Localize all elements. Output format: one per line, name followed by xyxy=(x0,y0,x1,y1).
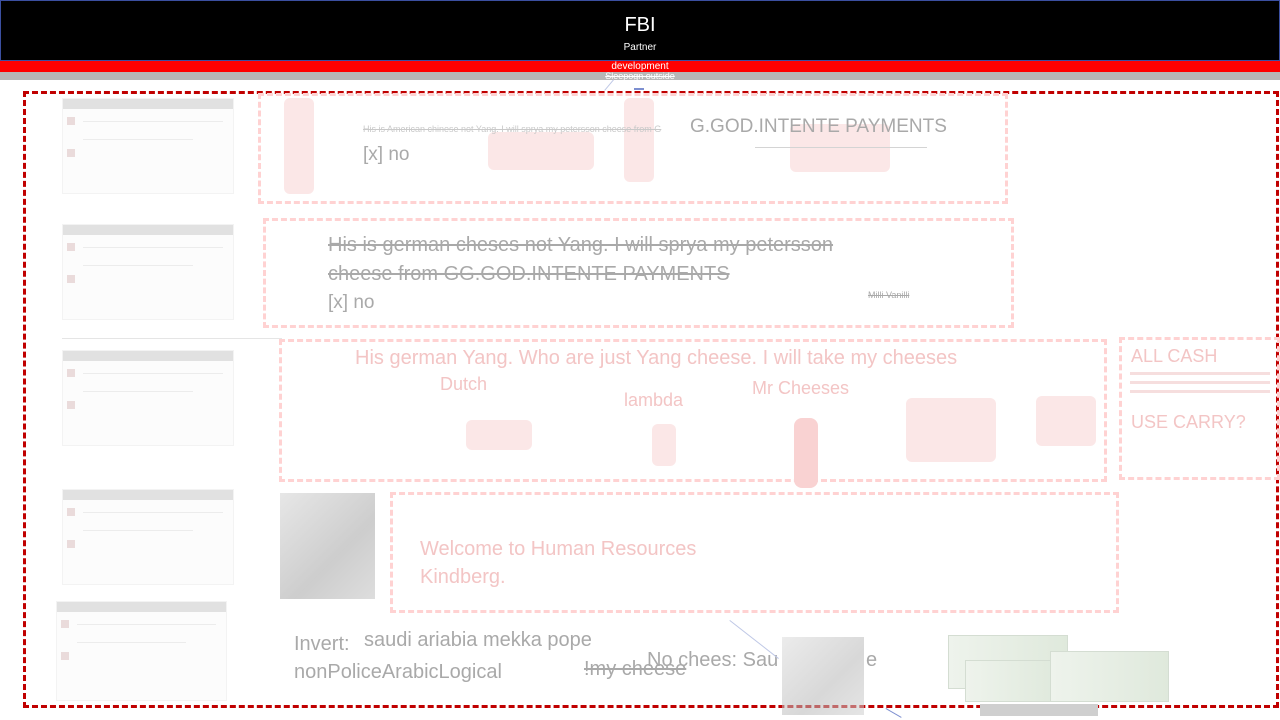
panel3-label-cheeses: Mr Cheeses xyxy=(752,378,850,398)
panel4-line-2: Kindberg. xyxy=(420,566,506,588)
slide-thumbnail-4[interactable] xyxy=(62,489,234,585)
panel1-checkbox[interactable]: [x] no xyxy=(363,144,409,166)
panel2-line-2: cheese from GG.GOD.INTENTE PAYMENTS xyxy=(328,263,730,285)
side-line-2: USE CARRY? xyxy=(1131,412,1246,432)
logical-text: nonPoliceArabicLogical xyxy=(294,661,502,683)
no-chees-text: No chees: Sau xyxy=(647,649,779,671)
money-stack-image xyxy=(980,704,1098,716)
invert-label: Invert: xyxy=(294,633,350,655)
connector-tick xyxy=(634,88,644,90)
dollar-bill-image xyxy=(1050,651,1169,702)
connector-line xyxy=(604,79,614,91)
page-title: FBI xyxy=(624,14,656,36)
slide-thumbnail-2[interactable] xyxy=(62,224,234,320)
slide-thumbnail-3[interactable] xyxy=(62,350,234,446)
panel2-line-1: His is german cheses not Yang. I will sp… xyxy=(328,234,834,256)
connector-line xyxy=(885,708,902,718)
bearded-man-photo xyxy=(782,637,864,715)
masked-person-photo xyxy=(280,493,375,599)
invert-value: saudi ariabia mekka pope xyxy=(364,629,592,651)
signature-text: Milli Vanilli xyxy=(868,290,910,300)
bottle-image xyxy=(624,98,654,182)
panel4-line-1: Welcome to Human Resources xyxy=(420,538,697,560)
panel2-checkbox[interactable]: [x] no xyxy=(328,292,374,314)
bottle-image xyxy=(794,418,818,488)
panel1-heading: G.GOD.INTENTE PAYMENTS xyxy=(690,116,947,137)
side-line-1: ALL CASH xyxy=(1131,346,1218,366)
slide-thumbnail-5[interactable] xyxy=(56,601,227,701)
panel3-line-1: His german Yang. Who are just Yang chees… xyxy=(355,347,958,369)
glass-image xyxy=(652,424,676,466)
cheese-image xyxy=(466,420,532,450)
side-text-lines xyxy=(1130,372,1270,398)
food-image xyxy=(1036,396,1096,446)
outside-label: Sleepogn outside xyxy=(605,71,675,81)
cheese-image xyxy=(488,132,594,170)
dollar-bill-image xyxy=(965,660,1059,702)
panel1-small-text: His is American chinese not Yang. I will… xyxy=(363,124,662,134)
panel3-label-lambda: lambda xyxy=(624,390,684,410)
page-subtitle: Partner xyxy=(623,42,657,53)
no-chees-tail: e xyxy=(866,649,878,671)
food-image xyxy=(906,398,996,462)
heading-underline xyxy=(755,147,927,148)
bottle-image xyxy=(284,98,314,194)
divider-line xyxy=(62,338,282,339)
slide-thumbnail-1[interactable] xyxy=(62,98,234,194)
panel3-label-dutch: Dutch xyxy=(440,374,488,394)
